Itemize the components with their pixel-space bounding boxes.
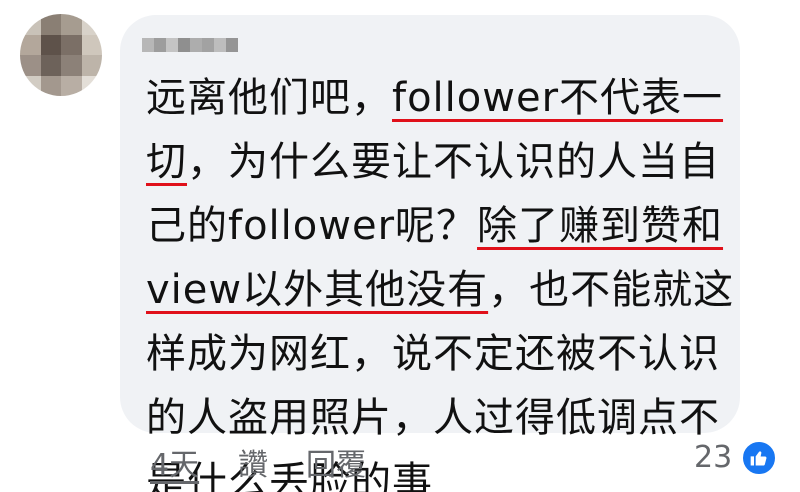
text-segment: ，为什么要让不认识的人当自 <box>187 139 720 185</box>
text-segment: ，也不能就这 <box>488 267 735 313</box>
underlined-segment: view以外其他没有 <box>146 267 489 313</box>
reaction-count[interactable]: 23 <box>694 440 732 475</box>
comment-text: 远离他们吧，follower不代表一 切，为什么要让不认识的人当自 己的follow… <box>146 66 736 492</box>
like-button[interactable]: 讚 <box>238 440 268 484</box>
text-segment: 的人盗用照片，人过得低调点不 <box>146 395 720 441</box>
thumbs-up-icon[interactable] <box>741 440 777 476</box>
reply-button[interactable]: 回覆 <box>306 440 366 484</box>
comment-screenshot: 远离他们吧，follower不代表一 切，为什么要让不认识的人当自 己的follow… <box>0 0 800 492</box>
text-segment: 远离他们吧， <box>146 75 392 121</box>
comment-line: 样成为网红，说不定还被不认识 <box>146 322 736 386</box>
underlined-segment: follower不代表一 <box>392 75 724 121</box>
text-segment: 己的follower呢？ <box>146 203 478 249</box>
underlined-segment: 切 <box>146 139 187 185</box>
comment-line: view以外其他没有，也不能就这 <box>146 258 736 322</box>
avatar[interactable] <box>20 14 102 96</box>
timestamp-link[interactable]: 4天 <box>150 440 199 484</box>
comment-line: 切，为什么要让不认识的人当自 <box>146 130 736 194</box>
comment-line: 己的follower呢？除了赚到赞和 <box>146 194 736 258</box>
author-name-redacted[interactable] <box>142 38 238 52</box>
comment-line: 远离他们吧，follower不代表一 <box>146 66 736 130</box>
comment-actions: 4天 讚 回覆 23 <box>0 440 800 483</box>
text-segment: 样成为网红，说不定还被不认识 <box>146 331 720 377</box>
underlined-segment: 除了赚到赞和 <box>477 203 724 249</box>
